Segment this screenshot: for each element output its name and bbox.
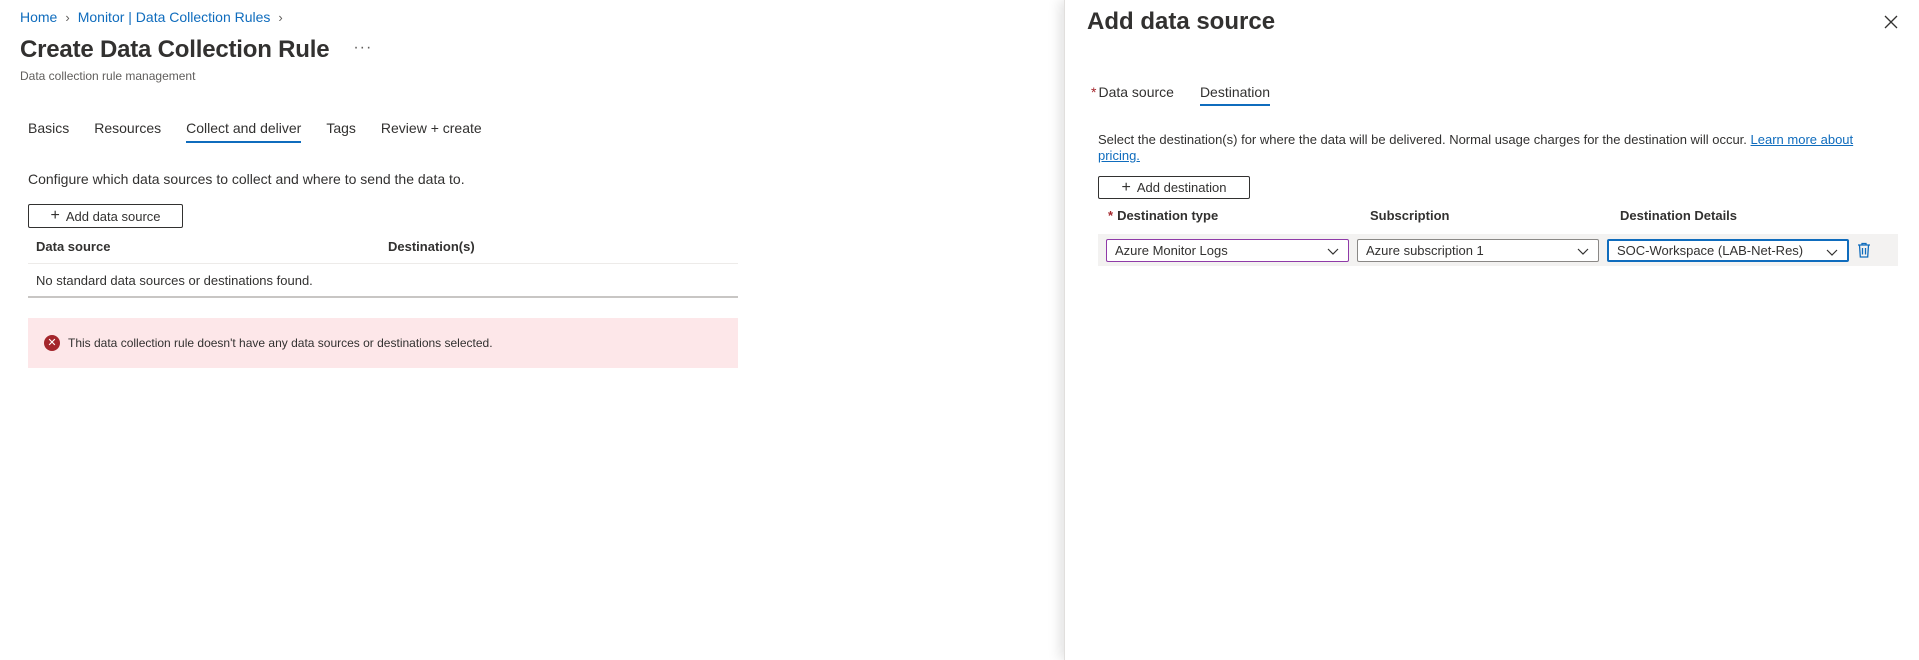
- chevron-right-icon: ›: [278, 9, 283, 25]
- chevron-down-icon: [1577, 248, 1589, 255]
- close-icon[interactable]: [1879, 10, 1903, 34]
- column-header-subscription: Subscription: [1370, 208, 1450, 223]
- tab-resources[interactable]: Resources: [94, 120, 161, 143]
- add-data-source-label: Add data source: [65, 208, 161, 224]
- add-destination-button[interactable]: + Add destination: [1098, 176, 1250, 199]
- destination-details-value: SOC-Workspace (LAB-Net-Res): [1617, 243, 1804, 258]
- more-options-icon[interactable]: ···: [353, 39, 372, 57]
- breadcrumb-monitor-link[interactable]: Monitor | Data Collection Rules: [78, 9, 271, 25]
- grid-empty-message: No standard data sources or destinations…: [28, 264, 738, 298]
- destination-details-dropdown[interactable]: SOC-Workspace (LAB-Net-Res): [1607, 239, 1849, 262]
- destination-description: Select the destination(s) for where the …: [1098, 132, 1878, 164]
- panel-tabs: * Data source Destination: [1091, 84, 1296, 106]
- collect-description: Configure which data sources to collect …: [28, 171, 465, 187]
- chevron-down-icon: [1327, 248, 1339, 255]
- tab-data-source-label: Data source: [1098, 84, 1174, 100]
- title-row: Create Data Collection Rule ···: [20, 36, 372, 64]
- wizard-tabs: Basics Resources Collect and deliver Tag…: [28, 120, 507, 143]
- add-destination-label: Add destination: [1136, 180, 1227, 195]
- panel-title: Add data source: [1087, 8, 1276, 35]
- destination-type-value: Azure Monitor Logs: [1115, 243, 1228, 258]
- destination-description-text: Select the destination(s) for where the …: [1098, 132, 1747, 147]
- tab-basics[interactable]: Basics: [28, 120, 69, 143]
- plus-icon: +: [50, 207, 60, 224]
- column-header-destination-type: * Destination type: [1108, 208, 1218, 223]
- page-title: Create Data Collection Rule: [20, 36, 330, 63]
- subscription-value: Azure subscription 1: [1366, 243, 1484, 258]
- error-message-bar: ✕ This data collection rule doesn't have…: [28, 318, 738, 368]
- breadcrumb: Home › Monitor | Data Collection Rules ›: [20, 9, 291, 25]
- main-page: Home › Monitor | Data Collection Rules ›…: [0, 0, 1064, 660]
- column-header-data-source[interactable]: Data source: [36, 239, 110, 254]
- add-data-source-button[interactable]: + Add data source: [28, 204, 183, 228]
- tab-collect-and-deliver[interactable]: Collect and deliver: [186, 120, 302, 143]
- column-header-destinations[interactable]: Destination(s): [388, 239, 475, 254]
- tab-review-create[interactable]: Review + create: [381, 120, 482, 143]
- chevron-down-icon: [1826, 249, 1838, 256]
- chevron-right-icon: ›: [65, 9, 70, 25]
- tab-destination[interactable]: Destination: [1199, 84, 1271, 106]
- error-circle-icon: ✕: [44, 335, 60, 351]
- error-message-text: This data collection rule doesn't have a…: [68, 336, 493, 350]
- destination-type-header-label: Destination type: [1117, 208, 1219, 223]
- tab-tags[interactable]: Tags: [326, 120, 356, 143]
- breadcrumb-home-link[interactable]: Home: [20, 9, 57, 25]
- required-asterisk: *: [1108, 208, 1114, 223]
- page-subtitle: Data collection rule management: [20, 69, 196, 83]
- data-sources-grid-header: Data source Destination(s): [28, 230, 738, 264]
- column-header-destination-details: Destination Details: [1620, 208, 1738, 223]
- subscription-dropdown[interactable]: Azure subscription 1: [1357, 239, 1599, 262]
- add-data-source-panel: Add data source * Data source Destination…: [1064, 0, 1919, 660]
- plus-icon: +: [1121, 178, 1131, 196]
- delete-icon[interactable]: [1854, 240, 1874, 260]
- required-asterisk: *: [1091, 84, 1097, 100]
- destination-type-dropdown[interactable]: Azure Monitor Logs: [1106, 239, 1349, 262]
- tab-data-source[interactable]: * Data source: [1091, 84, 1174, 106]
